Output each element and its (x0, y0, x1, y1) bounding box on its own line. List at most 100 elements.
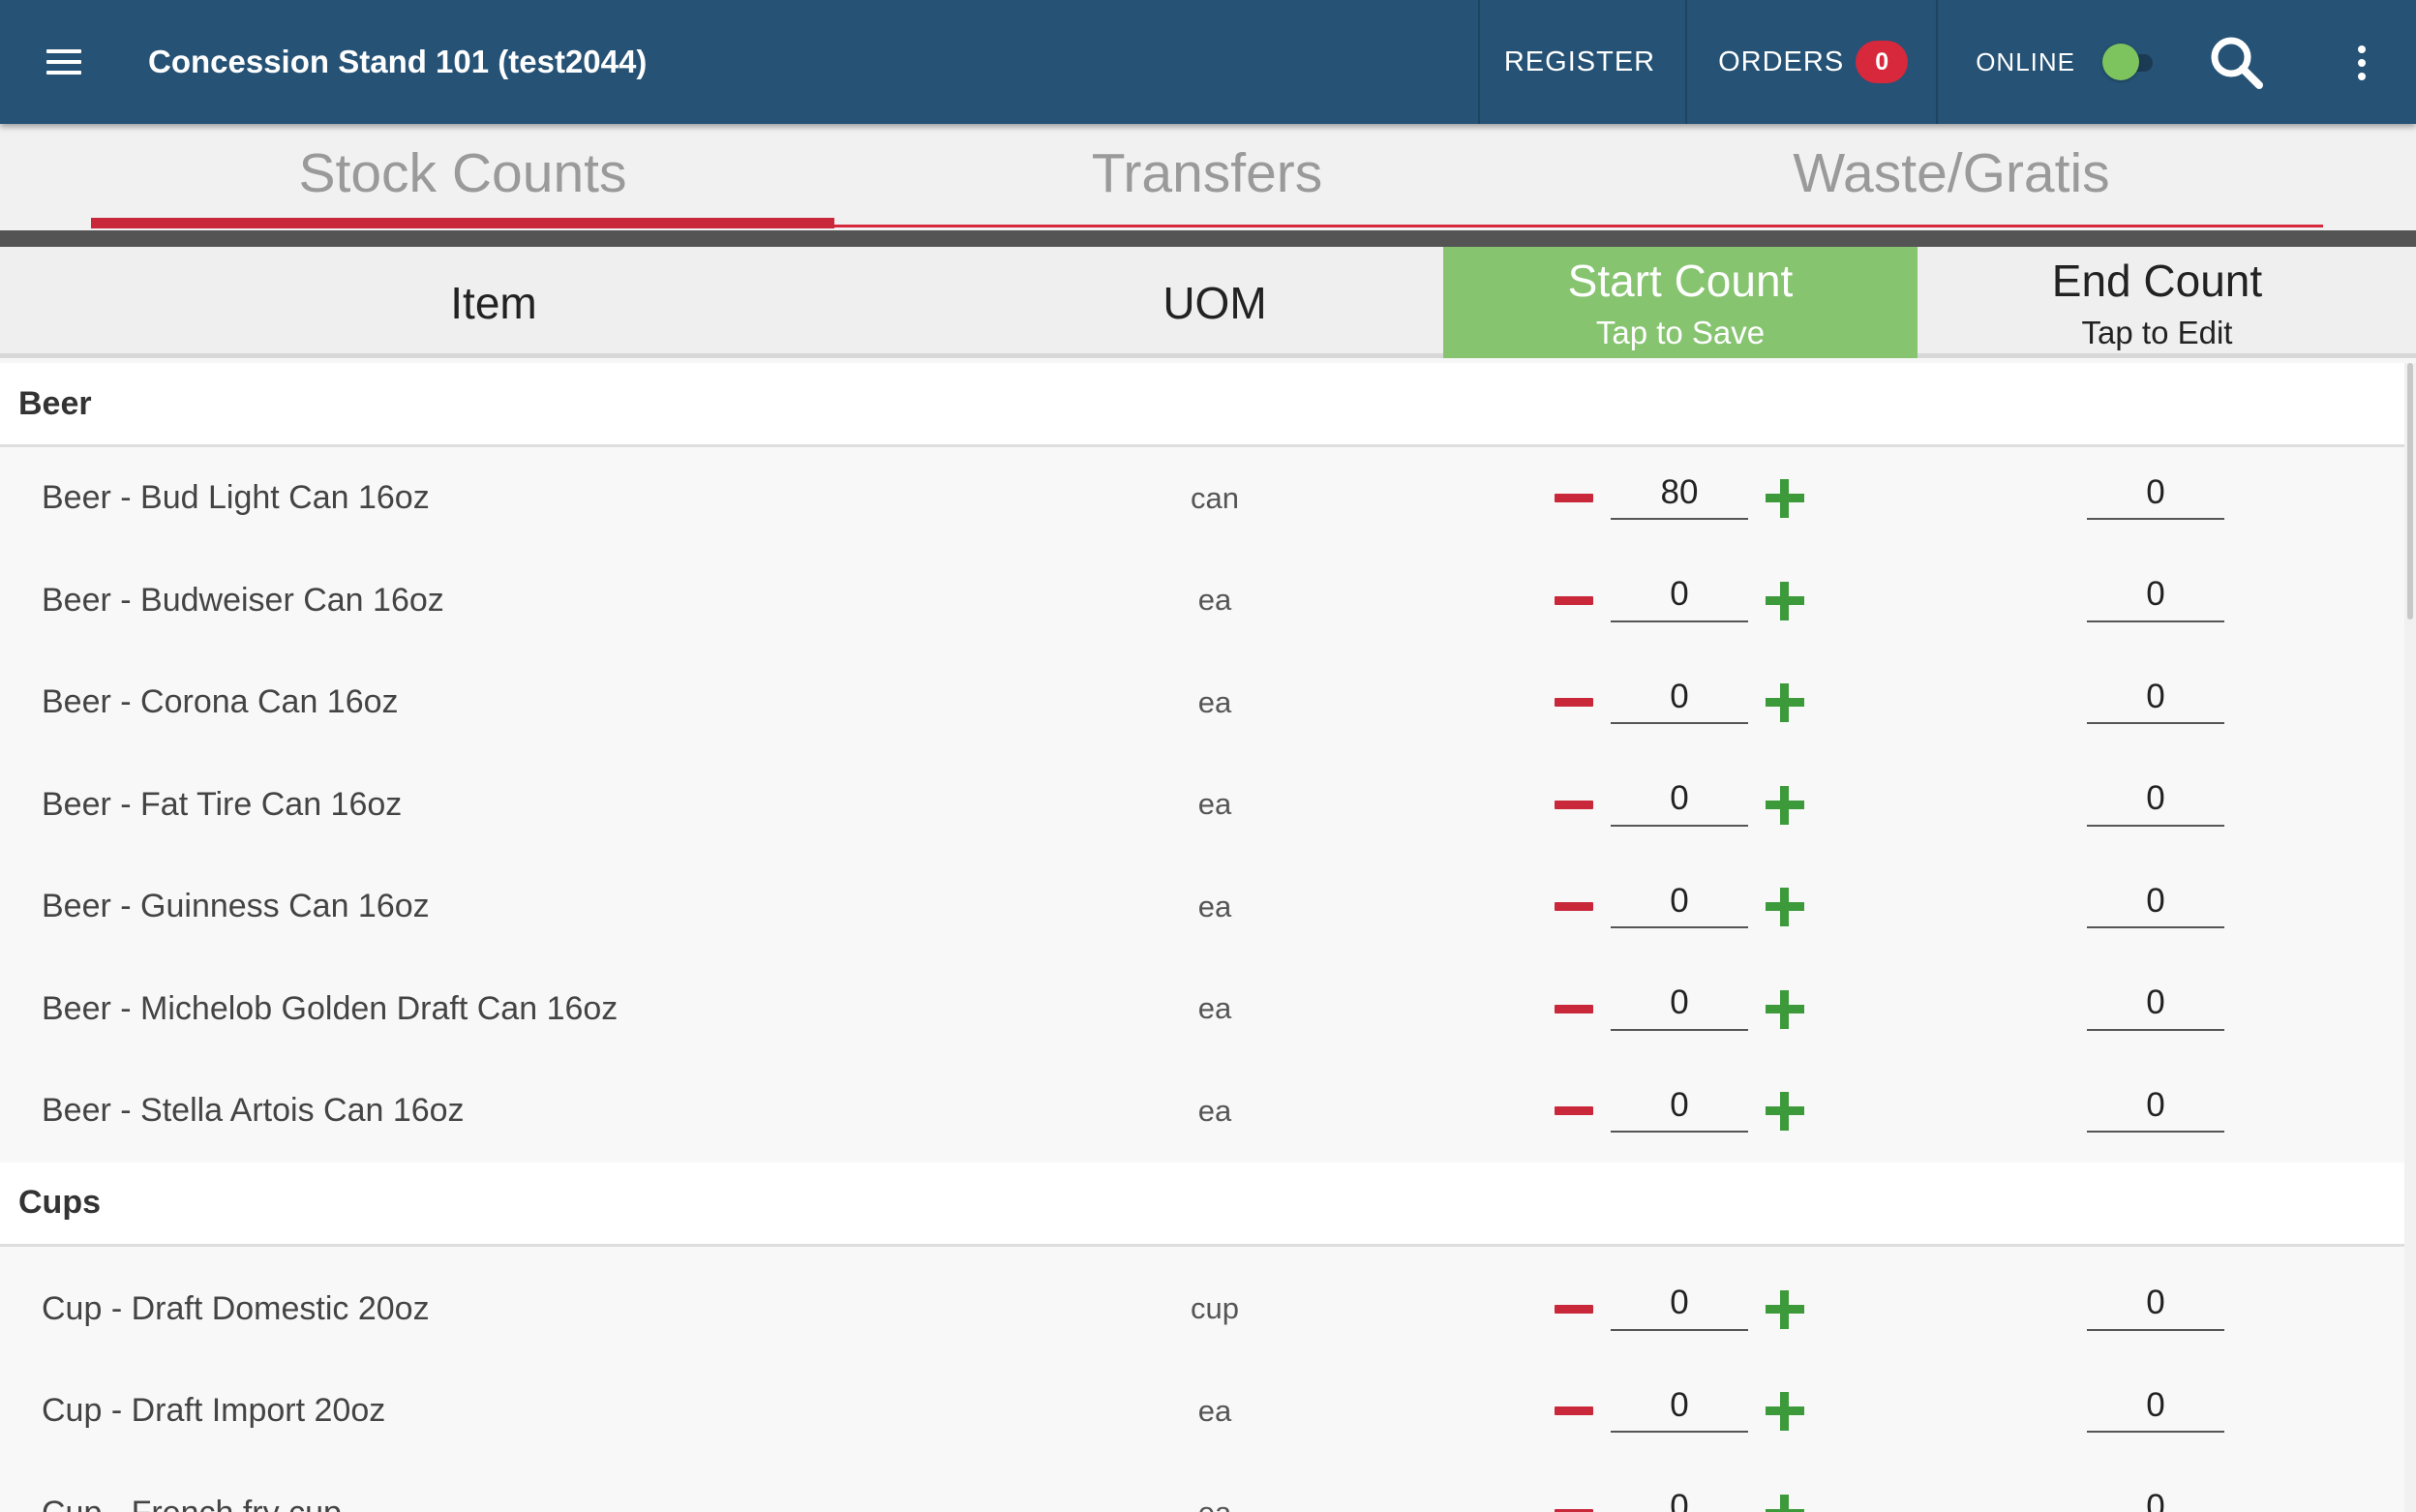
item-uom: ea (1197, 1393, 1232, 1428)
start-count-input[interactable]: 0 (1611, 1379, 1748, 1433)
list-item: Beer - Stella Artois Can 16oz ea 0 0 (0, 1060, 2404, 1163)
item-name: Beer - Stella Artois Can 16oz (42, 1092, 465, 1130)
item-uom: ea (1197, 787, 1232, 822)
increment-button[interactable] (1766, 479, 1804, 518)
online-toggle[interactable] (2100, 44, 2157, 80)
list-item: Beer - Fat Tire Can 16oz ea 0 0 (0, 753, 2404, 856)
decrement-button[interactable] (1555, 800, 1593, 809)
scrollbar[interactable] (2404, 363, 2416, 1512)
end-count-input[interactable]: 0 (2087, 773, 2224, 827)
decrement-button[interactable] (1555, 1406, 1593, 1415)
start-count-input[interactable]: 0 (1611, 875, 1748, 928)
item-uom: ea (1197, 1093, 1232, 1128)
end-count-input[interactable]: 0 (2087, 671, 2224, 724)
start-count-input[interactable]: 0 (1611, 978, 1748, 1031)
increment-button[interactable] (1766, 989, 1804, 1029)
tab-stock-counts[interactable]: Stock Counts (91, 124, 834, 230)
register-label: REGISTER (1503, 45, 1656, 77)
start-count-input[interactable]: 80 (1611, 467, 1748, 520)
item-uom: cup (1191, 1291, 1239, 1326)
start-count-subtitle: Tap to Save (1595, 314, 1766, 350)
decrement-button[interactable] (1555, 698, 1593, 707)
list-item: Cup - Draft Domestic 20oz cup 0 0 (0, 1257, 2404, 1360)
search-button[interactable] (2203, 29, 2271, 97)
scrollbar-thumb[interactable] (2407, 363, 2413, 620)
online-status: ONLINE (1938, 0, 2157, 124)
decrement-button[interactable] (1555, 1304, 1593, 1314)
end-count-input[interactable]: 0 (2087, 569, 2224, 622)
end-count-input[interactable]: 0 (2087, 467, 2224, 520)
end-count-input[interactable]: 0 (2087, 978, 2224, 1031)
start-count-input[interactable]: 0 (1611, 1482, 1748, 1512)
item-name: Cup - Draft Domestic 20oz (42, 1289, 430, 1327)
increment-button[interactable] (1766, 683, 1804, 722)
spacer (0, 1246, 2404, 1258)
more-options-button[interactable] (2342, 29, 2381, 97)
end-count-input[interactable]: 0 (2087, 1079, 2224, 1133)
tab-waste-gratis[interactable]: Waste/Gratis (1580, 124, 2323, 230)
register-button[interactable]: REGISTER (1480, 0, 1685, 124)
end-count-title: End Count (2051, 255, 2263, 306)
app-bar: Concession Stand 101 (test2044) REGISTER… (0, 0, 2416, 124)
increment-button[interactable] (1766, 1092, 1804, 1131)
end-count-input[interactable]: 0 (2087, 1278, 2224, 1331)
stock-count-list[interactable]: Beer Beer - Bud Light Can 16oz can 80 0 … (0, 363, 2404, 1512)
list-item: Beer - Guinness Can 16oz ea 0 0 (0, 856, 2404, 958)
orders-button[interactable]: ORDERS 0 (1687, 0, 1936, 124)
start-count-header[interactable]: Start Count Tap to Save (1443, 247, 1918, 358)
orders-count-badge: 0 (1856, 41, 1909, 83)
end-count-header[interactable]: End Count Tap to Edit (1918, 247, 2397, 358)
decrement-button[interactable] (1555, 1106, 1593, 1115)
item-column-header: Item (450, 277, 537, 328)
increment-button[interactable] (1766, 785, 1804, 825)
active-tab-indicator (91, 218, 834, 228)
decrement-button[interactable] (1555, 902, 1593, 911)
uom-column-header: UOM (1163, 277, 1267, 328)
increment-button[interactable] (1766, 888, 1804, 926)
group-header-cups: Cups (0, 1162, 2404, 1247)
column-header: Item UOM Start Count Tap to Save End Cou… (0, 247, 2416, 358)
increment-button[interactable] (1766, 581, 1804, 620)
decrement-button[interactable] (1555, 1004, 1593, 1013)
online-label: ONLINE (1976, 46, 2075, 76)
decrement-button[interactable] (1555, 494, 1593, 502)
list-item: Beer - Budweiser Can 16oz ea 0 0 (0, 549, 2404, 651)
divider (0, 230, 2416, 247)
more-vert-icon (2358, 45, 2366, 53)
item-uom: ea (987, 1463, 1442, 1512)
more-vert-dot (2358, 73, 2366, 80)
start-count-title: Start Count (1567, 255, 1794, 306)
tab-transfers[interactable]: Transfers (834, 124, 1580, 230)
decrement-button[interactable] (1555, 1508, 1593, 1512)
list-item: Beer - Bud Light Can 16oz can 80 0 (0, 447, 2404, 550)
decrement-button[interactable] (1555, 595, 1593, 605)
end-count-subtitle: Tap to Edit (2081, 314, 2233, 350)
hamburger-menu-icon (46, 49, 81, 75)
start-count-input[interactable]: 0 (1611, 671, 1748, 724)
start-count-input[interactable]: 0 (1611, 1278, 1748, 1331)
start-count-input[interactable]: 0 (1611, 1079, 1748, 1133)
end-count-input[interactable]: 0 (2087, 875, 2224, 928)
item-uom: can (1191, 480, 1239, 515)
item-name: Beer - Corona Can 16oz (42, 683, 399, 721)
item-name: Beer - Fat Tire Can 16oz (42, 785, 403, 823)
list-item: Beer - Corona Can 16oz ea 0 0 (0, 651, 2404, 754)
start-count-input[interactable]: 0 (1611, 773, 1748, 827)
end-count-input[interactable]: 0 (2087, 1482, 2224, 1512)
item-name: Cup - French fry cup (42, 1463, 342, 1512)
group-header-beer: Beer (0, 363, 2404, 447)
end-count-input[interactable]: 0 (2087, 1379, 2224, 1433)
list-item: Cup - Draft Import 20oz ea 0 0 (0, 1360, 2404, 1463)
item-uom: ea (1197, 583, 1232, 618)
orders-label: ORDERS (1718, 45, 1845, 77)
increment-button[interactable] (1766, 1392, 1804, 1431)
item-name: Beer - Budweiser Can 16oz (42, 581, 444, 619)
start-count-input[interactable]: 0 (1611, 569, 1748, 622)
list-item: Cup - French fry cup ea 0 0 (0, 1462, 2404, 1512)
menu-button[interactable] (0, 0, 128, 124)
item-name: Beer - Guinness Can 16oz (42, 888, 430, 925)
item-uom: ea (1197, 991, 1232, 1026)
increment-button[interactable] (1766, 1494, 1804, 1512)
increment-button[interactable] (1766, 1289, 1804, 1329)
item-name: Beer - Michelob Golden Draft Can 16oz (42, 989, 619, 1027)
